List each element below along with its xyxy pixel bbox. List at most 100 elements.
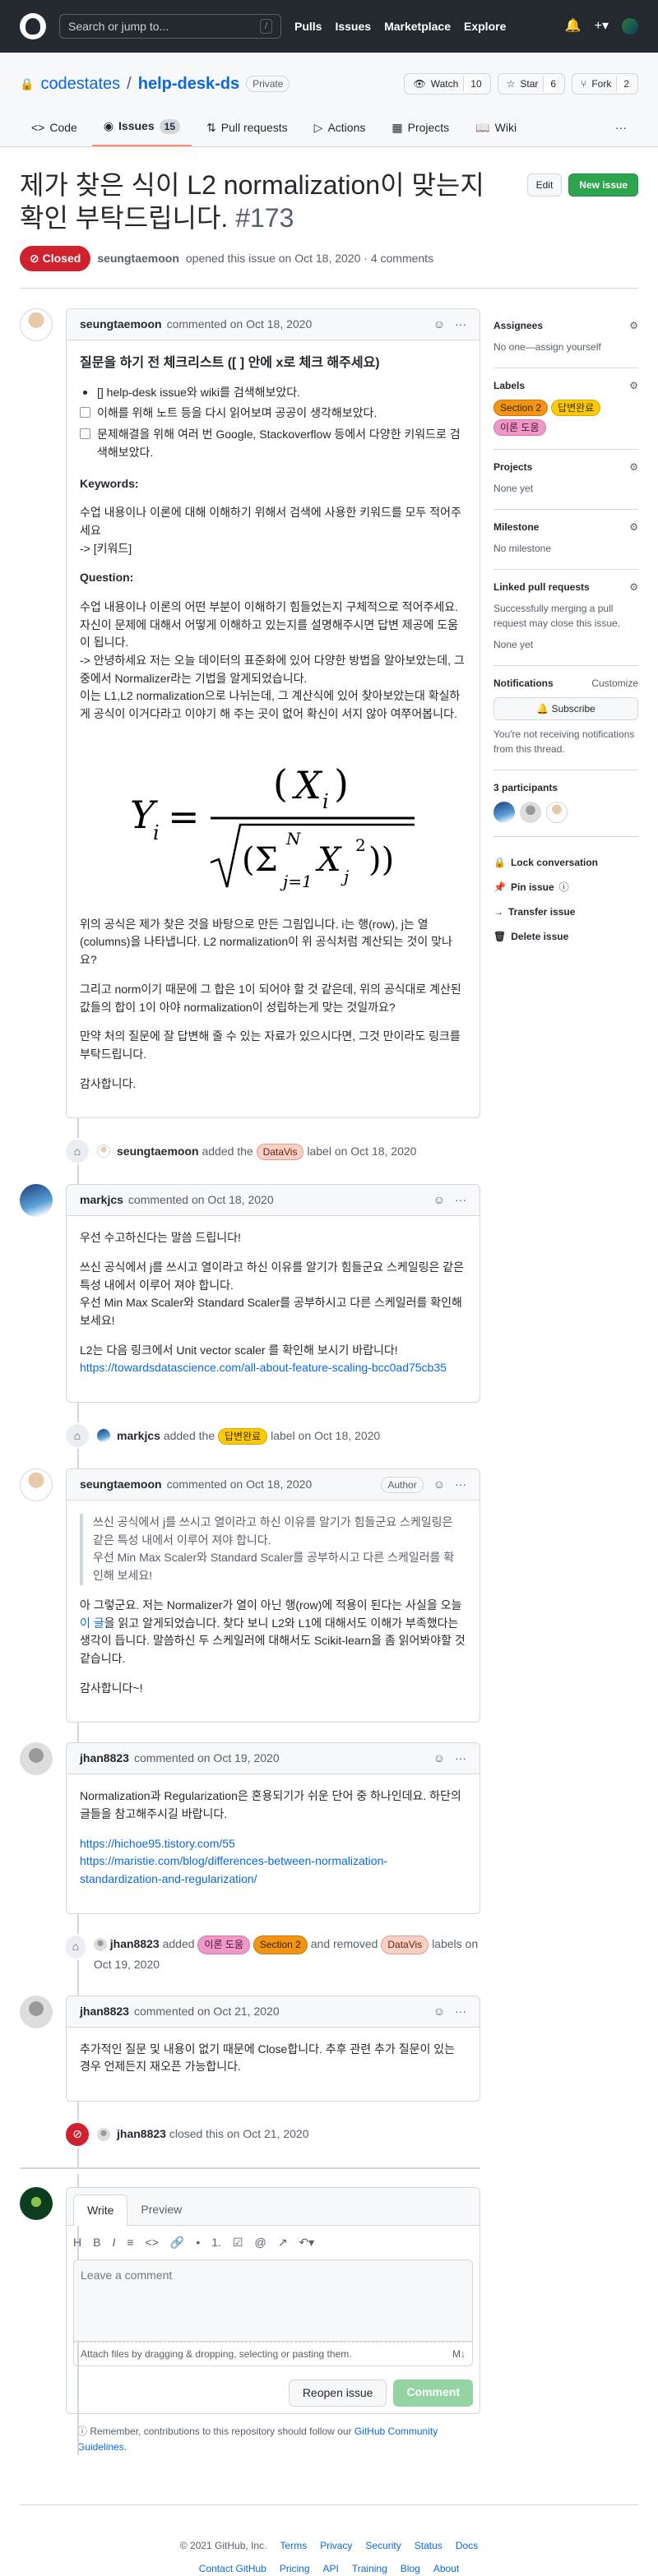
- label-answered[interactable]: 답변완료: [551, 400, 601, 416]
- reference-icon[interactable]: ↗: [278, 2234, 288, 2251]
- avatar-current-user[interactable]: [20, 2186, 53, 2220]
- reopen-issue-button[interactable]: Reopen issue: [288, 2379, 387, 2407]
- markdown-icon[interactable]: M↓: [452, 2347, 466, 2361]
- checkbox[interactable]: [80, 428, 90, 440]
- assignees-heading[interactable]: Assignees: [494, 318, 543, 333]
- code-icon[interactable]: <>: [146, 2234, 159, 2251]
- linked-prs-heading[interactable]: Linked pull requests: [494, 580, 590, 594]
- link-icon[interactable]: 🔗: [170, 2234, 184, 2251]
- kebab-icon[interactable]: ···: [455, 1750, 466, 1767]
- avatar-jhan8823[interactable]: [20, 1995, 53, 2028]
- github-logo-icon[interactable]: [20, 13, 46, 39]
- numbered-list-icon[interactable]: 1.: [211, 2234, 221, 2251]
- event-user[interactable]: markjcs: [117, 1429, 160, 1442]
- footer-docs-link[interactable]: Docs: [456, 2538, 478, 2553]
- nav-marketplace[interactable]: Marketplace: [384, 18, 451, 35]
- comment-author[interactable]: seungtaemoon: [80, 1476, 162, 1493]
- gear-icon[interactable]: ⚙: [629, 378, 638, 393]
- participant-avatar[interactable]: [546, 802, 568, 823]
- kebab-icon[interactable]: ···: [455, 1476, 466, 1493]
- kebab-icon[interactable]: ···: [455, 316, 466, 333]
- label-section2[interactable]: Section 2: [494, 400, 549, 416]
- tab-projects[interactable]: ▦ Projects: [380, 113, 461, 146]
- milestone-heading[interactable]: Milestone: [494, 520, 539, 534]
- new-issue-button[interactable]: New issue: [568, 173, 638, 197]
- assignees-value[interactable]: No one—assign yourself: [494, 340, 638, 354]
- footer-blog-link[interactable]: Blog: [401, 2561, 420, 2576]
- gear-icon[interactable]: ⚙: [629, 520, 638, 534]
- avatar-seungtaemoon[interactable]: [20, 308, 53, 341]
- repo-owner-link[interactable]: codestates: [40, 72, 120, 96]
- comment-button[interactable]: Comment: [393, 2379, 473, 2407]
- label-theory[interactable]: 이론 도움: [197, 1935, 250, 1955]
- fork-button[interactable]: ⑂ Fork 2: [572, 73, 638, 95]
- tab-code[interactable]: <> Code: [20, 113, 89, 146]
- search-input[interactable]: Search or jump to... /: [59, 14, 281, 39]
- mini-avatar[interactable]: [97, 2127, 110, 2141]
- mini-avatar[interactable]: [97, 1429, 110, 1443]
- bold-icon[interactable]: B: [93, 2234, 100, 2251]
- tistory-link[interactable]: https://hichoe95.tistory.com/55: [80, 1837, 235, 1850]
- more-tabs-button[interactable]: ···: [604, 113, 638, 146]
- kebab-icon[interactable]: ···: [455, 2003, 466, 2020]
- heading-icon[interactable]: H: [73, 2234, 81, 2251]
- event-user[interactable]: jhan8823: [110, 1937, 160, 1950]
- comment-author[interactable]: markjcs: [80, 1191, 123, 1209]
- bell-icon[interactable]: 🔔: [565, 16, 582, 36]
- task-list-icon[interactable]: ☑: [233, 2234, 243, 2251]
- tab-write[interactable]: Write: [73, 2194, 128, 2226]
- delete-issue-button[interactable]: 🗑 Delete issue: [494, 924, 638, 949]
- comment-author[interactable]: seungtaemoon: [80, 316, 162, 333]
- smiley-icon[interactable]: ☺: [433, 1191, 445, 1209]
- footer-terms-link[interactable]: Terms: [280, 2538, 307, 2553]
- comment-author[interactable]: jhan8823: [80, 1750, 129, 1767]
- footer-status-link[interactable]: Status: [415, 2538, 443, 2553]
- footer-about-link[interactable]: About: [433, 2561, 459, 2576]
- reply-icon[interactable]: ↶▾: [299, 2234, 314, 2251]
- plus-icon[interactable]: +▾: [595, 16, 609, 36]
- mini-avatar[interactable]: [97, 1145, 110, 1159]
- participant-avatar[interactable]: [494, 802, 515, 823]
- tab-issues[interactable]: ◉ Issues 15: [91, 111, 192, 146]
- maristie-link[interactable]: https://maristie.com/blog/differences-be…: [80, 1854, 387, 1885]
- label-theory[interactable]: 이론 도움: [494, 419, 546, 436]
- mention-icon[interactable]: @: [254, 2234, 266, 2251]
- issue-author[interactable]: seungtaemoon: [97, 250, 179, 267]
- pin-issue-button[interactable]: 📌 Pin issue ⓘ: [494, 875, 638, 900]
- label-answered[interactable]: 답변완료: [218, 1427, 268, 1445]
- nav-pulls[interactable]: Pulls: [294, 18, 322, 35]
- tab-actions[interactable]: ▷ Actions: [303, 113, 378, 146]
- watch-button[interactable]: 👁 Watch 10: [404, 73, 491, 95]
- tab-preview[interactable]: Preview: [127, 2194, 195, 2225]
- tab-wiki[interactable]: 📖 Wiki: [464, 113, 528, 146]
- subscribe-button[interactable]: 🔔 Subscribe: [494, 697, 638, 720]
- quote-icon[interactable]: ≡: [127, 2234, 133, 2251]
- footer-contact-link[interactable]: Contact GitHub: [199, 2561, 266, 2576]
- labels-heading[interactable]: Labels: [494, 378, 525, 393]
- avatar-markjcs[interactable]: [20, 1184, 53, 1218]
- smiley-icon[interactable]: ☺: [433, 1476, 445, 1493]
- edit-button[interactable]: Edit: [526, 173, 563, 197]
- event-user[interactable]: jhan8823: [117, 2127, 166, 2140]
- mini-avatar[interactable]: [93, 1938, 107, 1952]
- smiley-icon[interactable]: ☺: [433, 2003, 445, 2020]
- label-section2[interactable]: Section 2: [253, 1935, 308, 1955]
- tab-pull-requests[interactable]: ⇅ Pull requests: [195, 113, 299, 146]
- projects-heading[interactable]: Projects: [494, 460, 532, 474]
- kebab-icon[interactable]: ···: [455, 1191, 466, 1209]
- attach-files-bar[interactable]: Attach files by dragging & dropping, sel…: [73, 2341, 473, 2366]
- italic-icon[interactable]: I: [112, 2234, 115, 2251]
- footer-training-link[interactable]: Training: [352, 2561, 387, 2576]
- lock-conversation-button[interactable]: 🔒 Lock conversation: [494, 850, 638, 875]
- label-datavis[interactable]: DataVis: [381, 1935, 429, 1955]
- comment-textarea[interactable]: Leave a comment: [73, 2259, 473, 2342]
- participant-avatar[interactable]: [520, 802, 541, 823]
- transfer-issue-button[interactable]: → Transfer issue: [494, 900, 638, 924]
- event-user[interactable]: seungtaemoon: [117, 1145, 199, 1158]
- scaling-link[interactable]: https://towardsdatascience.com/all-about…: [80, 1361, 447, 1374]
- comment-author[interactable]: jhan8823: [80, 2003, 129, 2020]
- gear-icon[interactable]: ⚙: [629, 318, 638, 333]
- footer-privacy-link[interactable]: Privacy: [320, 2538, 352, 2553]
- gear-icon[interactable]: ⚙: [629, 460, 638, 474]
- bullet-list-icon[interactable]: •: [196, 2234, 200, 2251]
